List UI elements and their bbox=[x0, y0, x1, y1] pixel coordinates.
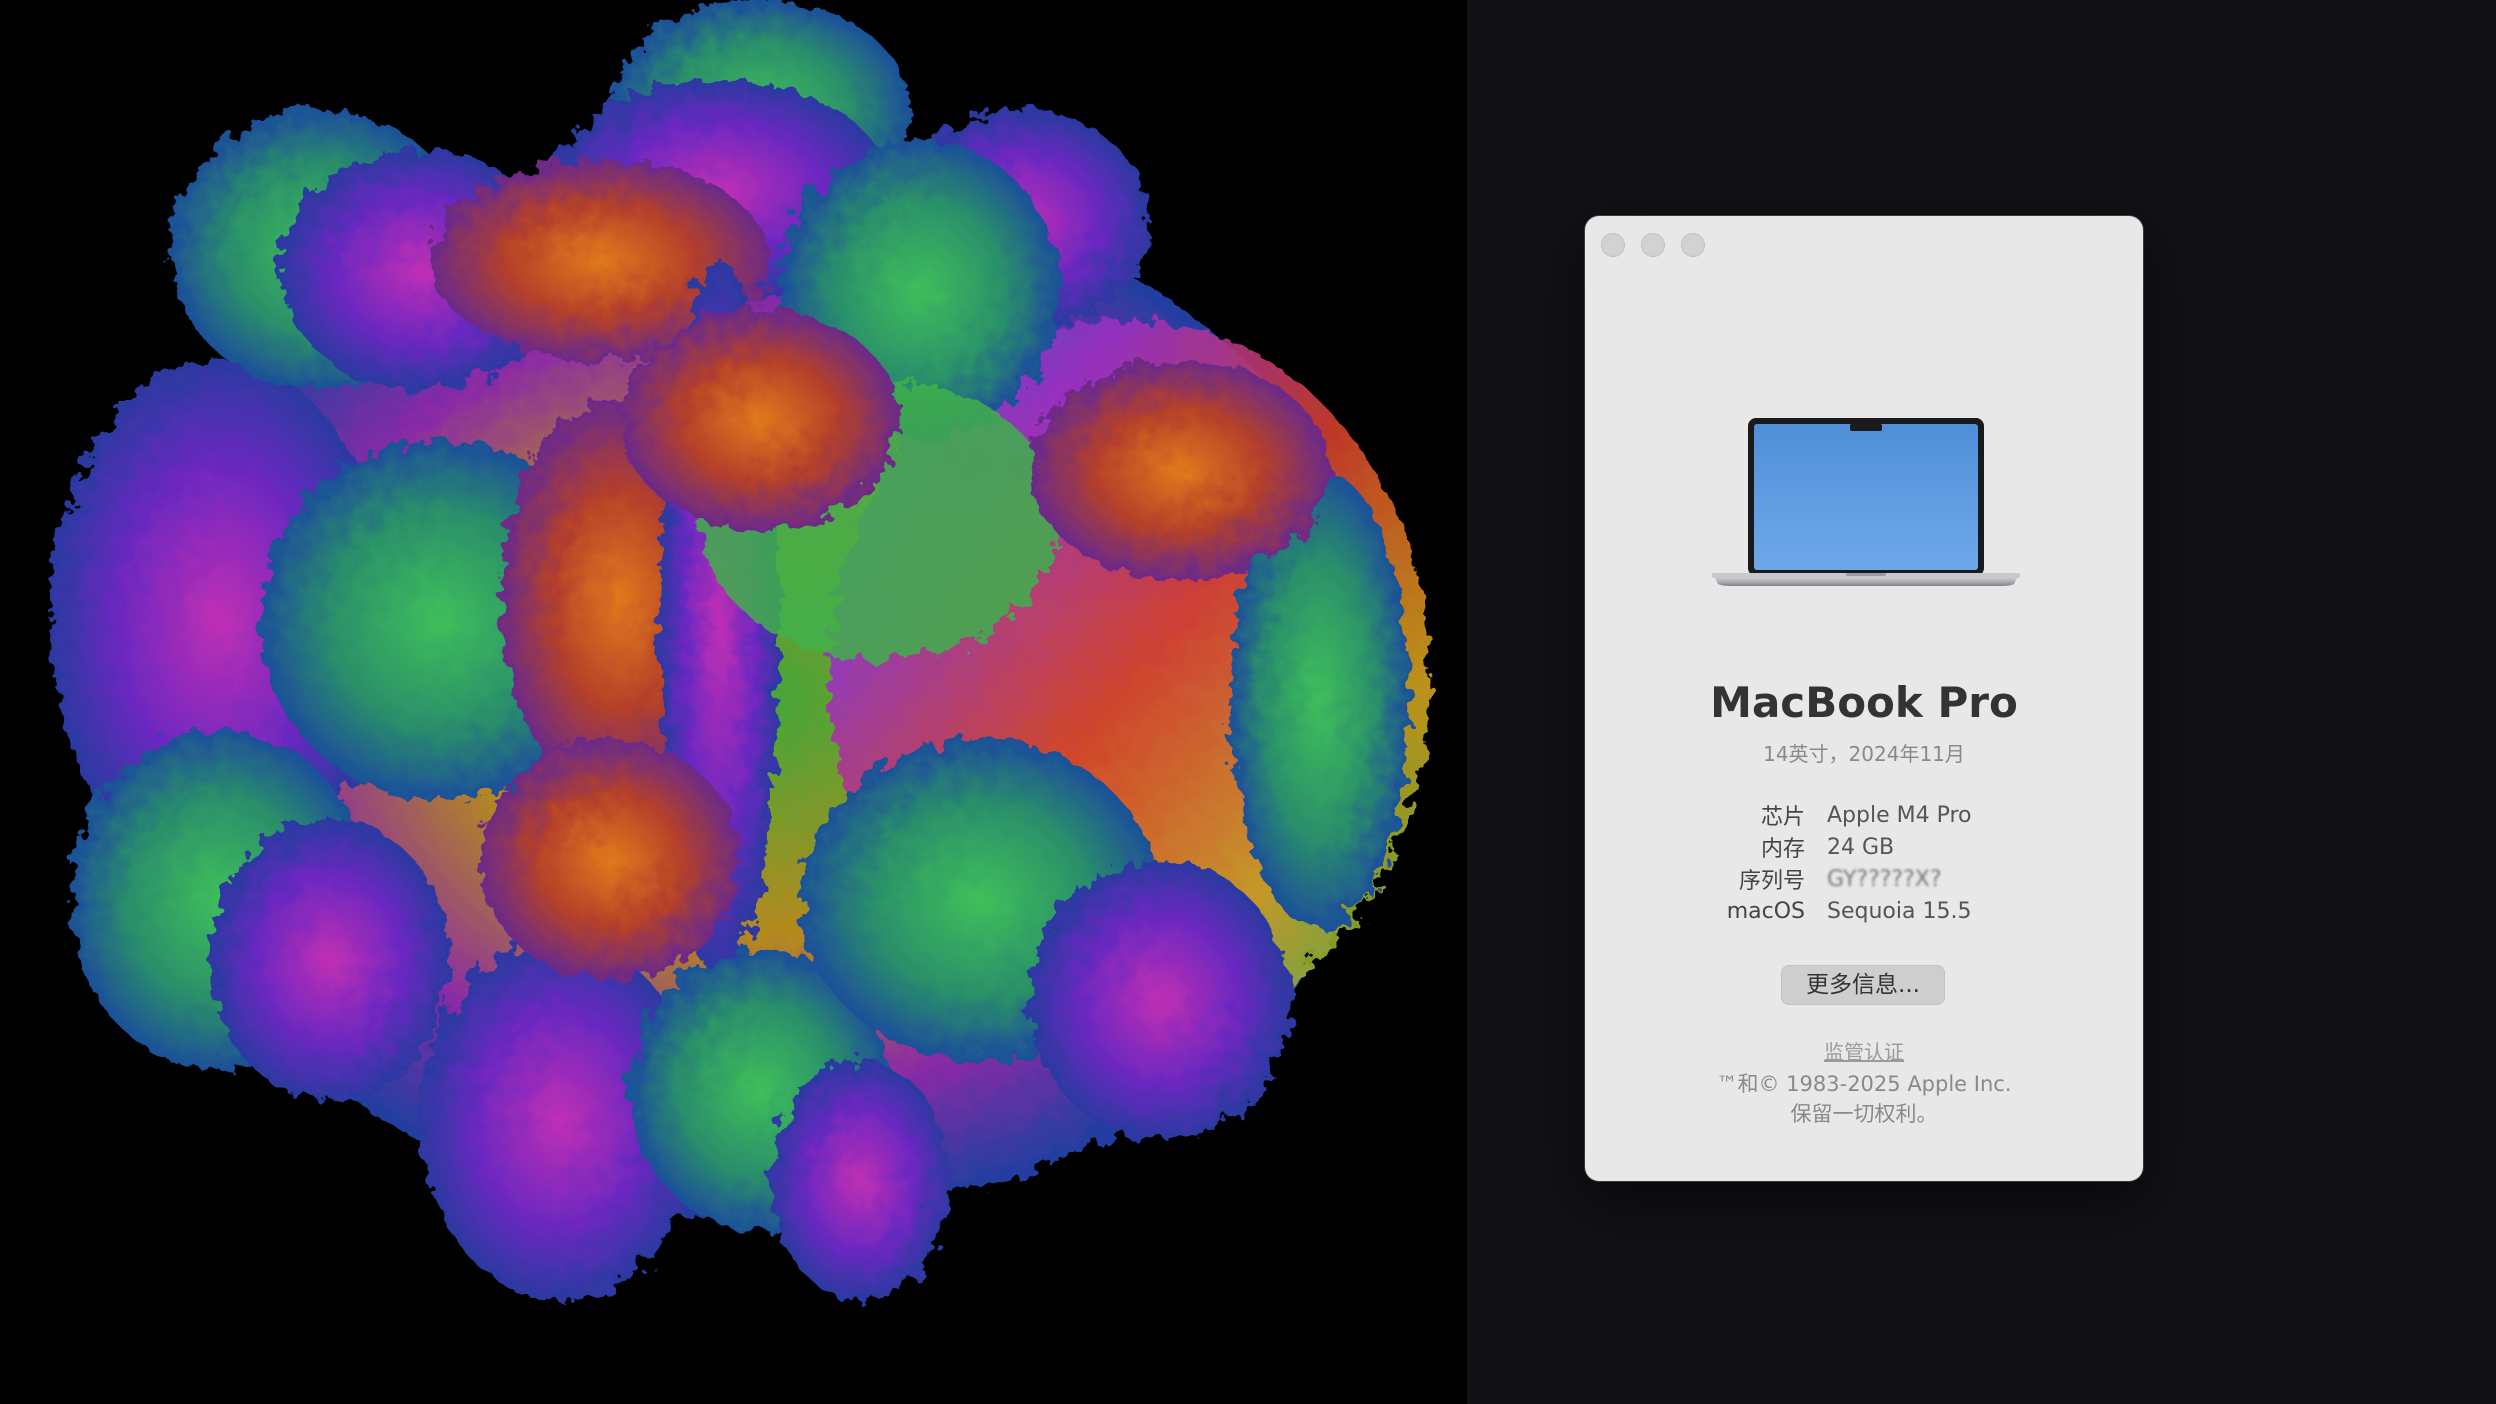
model-subtitle: 14英寸，2024年11月 bbox=[1763, 742, 1965, 766]
spec-value: Apple M4 Pro bbox=[1827, 802, 1972, 828]
spec-table: 芯片 Apple M4 Pro 内存 24 GB 序列号 GY?????X? m… bbox=[1585, 799, 2143, 927]
about-this-mac-window[interactable]: MacBook Pro 14英寸，2024年11月 芯片 Apple M4 Pr… bbox=[1585, 216, 2143, 1181]
model-name: MacBook Pro bbox=[1710, 678, 2018, 727]
spec-row-macos: macOS Sequoia 15.5 bbox=[1585, 895, 2143, 927]
spec-value: 24 GB bbox=[1827, 834, 1895, 860]
spec-key: macOS bbox=[1726, 898, 1805, 924]
copyright-line: ™和© 1983-2025 Apple Inc. bbox=[1716, 1072, 2012, 1096]
close-button[interactable] bbox=[1601, 233, 1625, 257]
rights-reserved-line: 保留一切权利。 bbox=[1790, 1102, 1938, 1126]
fractal-render-area bbox=[0, 0, 1467, 1404]
spec-row-memory: 内存 24 GB bbox=[1585, 831, 2143, 863]
window-controls bbox=[1601, 233, 1705, 257]
more-info-button[interactable]: 更多信息... bbox=[1781, 965, 1945, 1005]
screen: MacBook Pro 14英寸，2024年11月 芯片 Apple M4 Pr… bbox=[0, 0, 2496, 1404]
fractal-render-icon bbox=[50, 0, 1430, 1300]
spec-key: 芯片 bbox=[1760, 805, 1805, 830]
spec-row-serial: 序列号 GY?????X? bbox=[1585, 863, 2143, 895]
spec-key: 内存 bbox=[1760, 837, 1805, 862]
regulatory-certification-link[interactable]: 监管认证 bbox=[1585, 1036, 2143, 1065]
minimize-button[interactable] bbox=[1641, 233, 1665, 257]
macbook-pro-icon bbox=[1712, 418, 2020, 586]
serial-number-redacted[interactable]: GY?????X? bbox=[1827, 867, 1942, 892]
spec-key: 序列号 bbox=[1738, 869, 1805, 894]
zoom-button[interactable] bbox=[1681, 233, 1705, 257]
spec-value: Sequoia 15.5 bbox=[1827, 898, 1972, 924]
spec-row-chip: 芯片 Apple M4 Pro bbox=[1585, 799, 2143, 831]
